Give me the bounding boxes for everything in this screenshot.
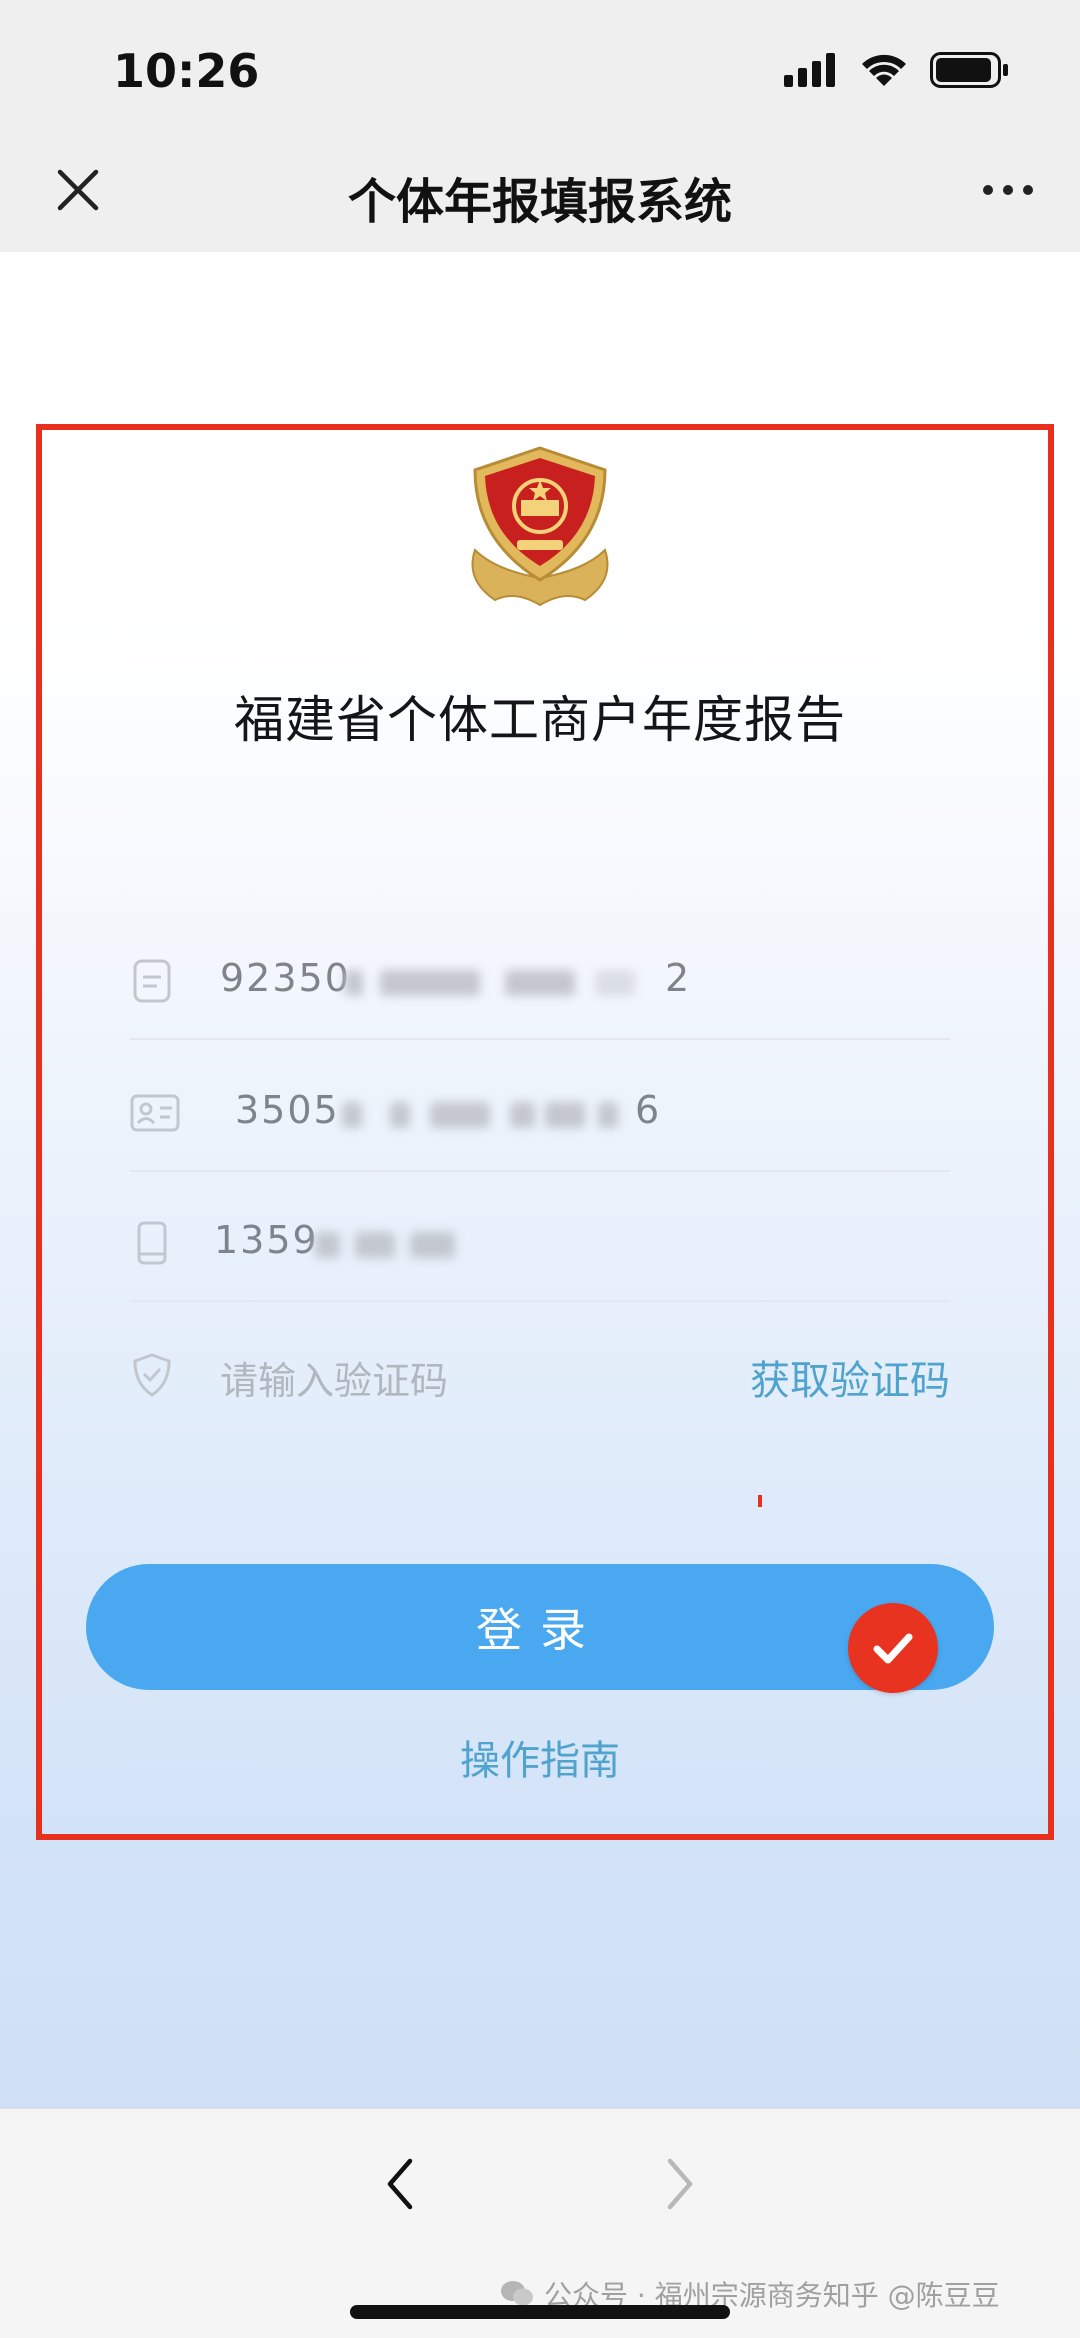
document-icon: [133, 959, 171, 1003]
id-number-field[interactable]: 3505 6: [130, 1060, 950, 1172]
battery-icon: [930, 52, 1008, 88]
phone-field[interactable]: 1359: [130, 1190, 950, 1302]
more-options-icon[interactable]: [972, 160, 1044, 220]
verification-code-field[interactable]: 请输入验证码 获取验证码: [130, 1322, 950, 1432]
credit-code-tail: 2: [665, 956, 692, 1000]
forward-arrow-icon[interactable]: [660, 2149, 700, 2219]
redacted-block: [345, 970, 363, 996]
status-bar: 10:26: [0, 0, 1080, 130]
emblem-icon: [471, 446, 609, 607]
red-mark: [758, 1495, 762, 1507]
redacted-block: [410, 1232, 455, 1258]
redacted-block: [598, 1102, 618, 1128]
page-title: 个体年报填报系统: [347, 174, 732, 230]
id-card-icon: [130, 1094, 180, 1132]
credit-code-value: 92350: [220, 956, 351, 1000]
nav-bar: 个体年报填报系统: [0, 130, 1080, 253]
phone-value: 1359: [214, 1218, 319, 1262]
shield-icon: [133, 1353, 171, 1397]
wifi-icon: [862, 54, 906, 86]
signal-icon: [784, 53, 835, 87]
wechat-icon: [501, 2281, 533, 2306]
phone-icon: [137, 1221, 167, 1265]
id-number-value: 3505: [235, 1088, 340, 1132]
form-heading: 福建省个体工商户年度报告: [234, 691, 846, 749]
redacted-block: [380, 970, 480, 996]
check-badge-icon: [848, 1603, 938, 1693]
get-code-button[interactable]: 获取验证码: [750, 1348, 950, 1406]
redacted-block: [505, 970, 575, 996]
id-number-tail: 6: [635, 1088, 662, 1132]
redacted-block: [355, 1232, 395, 1258]
login-button-label: 登录: [476, 1603, 604, 1657]
redacted-block: [510, 1102, 535, 1128]
redacted-block: [595, 970, 635, 996]
status-icons: [784, 52, 1010, 88]
credit-code-field[interactable]: 92350 2: [130, 928, 950, 1040]
status-time: 10:26: [113, 44, 260, 98]
redacted-block: [545, 1102, 585, 1128]
redacted-block: [342, 1102, 362, 1128]
operation-guide-link[interactable]: 操作指南: [0, 1728, 1080, 1786]
browser-bottom-bar: 公众号 · 福州宗源商务知乎 @陈豆豆: [0, 2108, 1080, 2338]
verification-code-input[interactable]: 请输入验证码: [220, 1350, 448, 1405]
redacted-block: [390, 1102, 410, 1128]
checkmark-icon: [873, 1633, 913, 1664]
back-arrow-icon[interactable]: [380, 2149, 420, 2219]
redacted-block: [430, 1102, 490, 1128]
home-indicator[interactable]: [350, 2305, 730, 2319]
redacted-block: [315, 1232, 340, 1258]
